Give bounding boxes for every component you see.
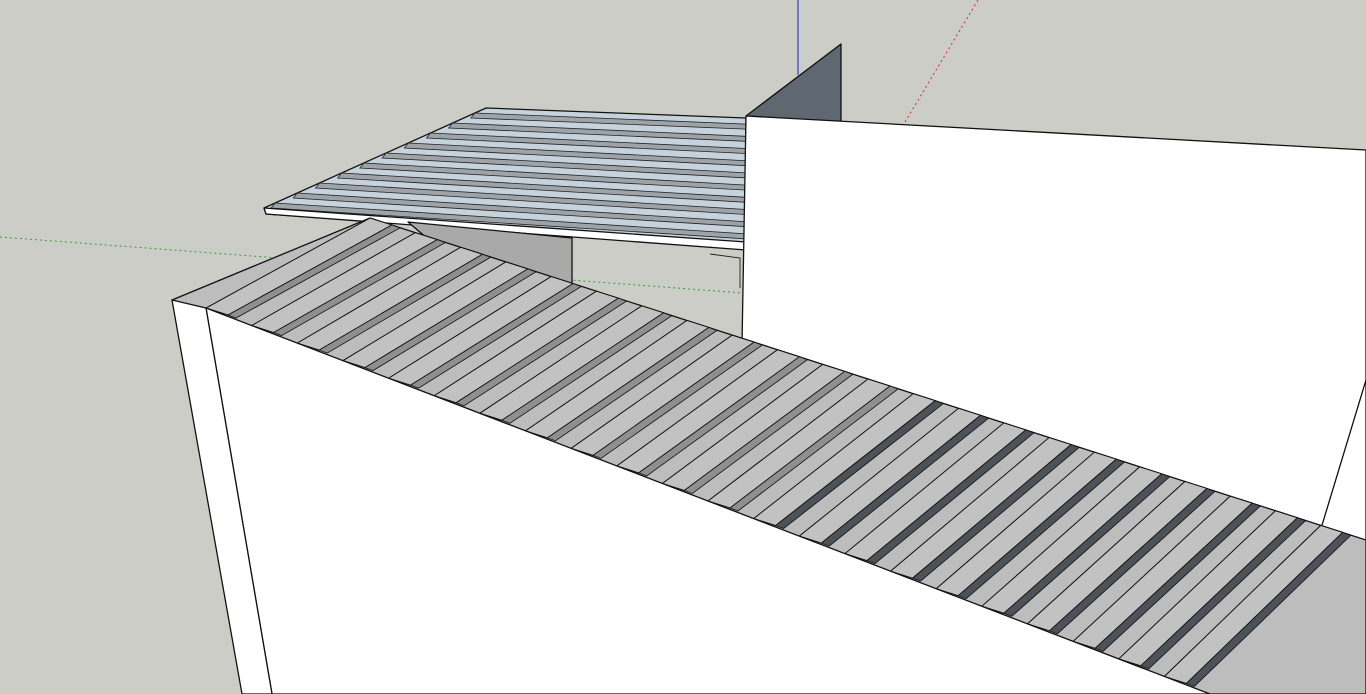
model-viewport[interactable] xyxy=(0,0,1366,694)
model-scene[interactable] xyxy=(0,0,1366,694)
bracket xyxy=(709,253,741,288)
dark-fin[interactable] xyxy=(745,43,842,123)
red-axis xyxy=(904,0,979,123)
